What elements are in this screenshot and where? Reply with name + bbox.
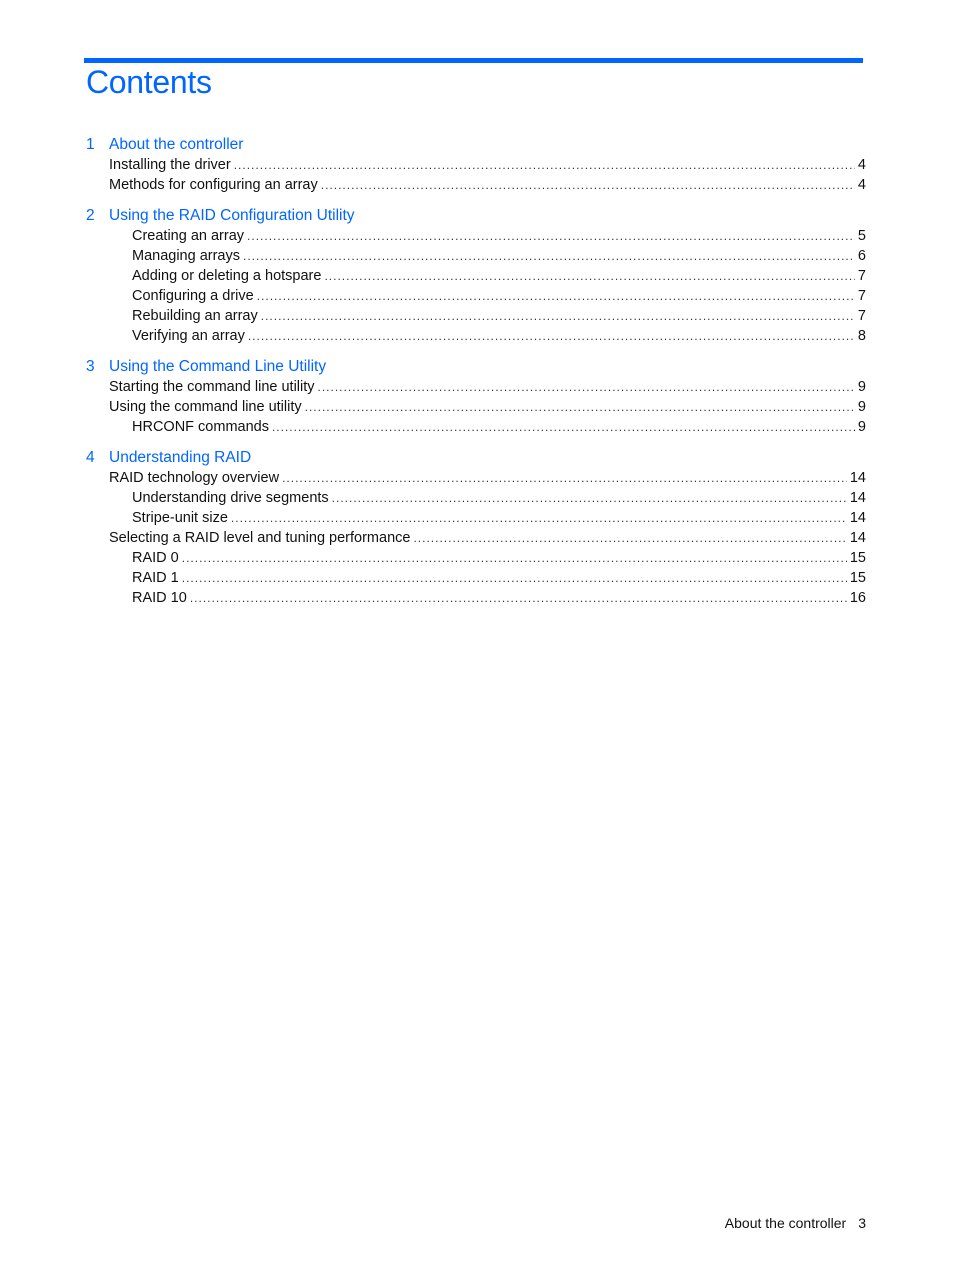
- toc-entry-label: RAID technology overview: [109, 470, 280, 486]
- toc-entry-label: Understanding drive segments: [132, 490, 329, 506]
- toc-entry-label: HRCONF commands: [132, 419, 269, 435]
- toc-entry-page: 14: [849, 470, 866, 486]
- dot-leader: [248, 326, 855, 346]
- dot-leader: [247, 226, 855, 246]
- dot-leader: [182, 568, 847, 588]
- chapter-title: Using the Command Line Utility: [109, 358, 327, 375]
- toc-chapter-link[interactable]: 1 About the controller: [86, 134, 866, 155]
- dot-leader: [318, 377, 855, 397]
- toc-entry[interactable]: RAID 10 16: [86, 588, 866, 608]
- chapter-number: 3: [86, 358, 95, 375]
- toc-chapter: 3 Using the Command Line Utility Starting …: [86, 356, 866, 437]
- toc-entry-label: Managing arrays: [132, 248, 240, 264]
- toc-entry[interactable]: RAID 1 15: [86, 568, 866, 588]
- toc-entry-label: Methods for configuring an array: [109, 177, 318, 193]
- toc-entry[interactable]: Verifying an array 8: [86, 326, 866, 346]
- toc-entry-label: RAID 0: [132, 550, 179, 566]
- chapter-title: Using the RAID Configuration Utility: [109, 207, 355, 224]
- toc-entry-label: Starting the command line utility: [109, 379, 315, 395]
- toc-entry-page: 9: [857, 419, 866, 435]
- dot-leader: [261, 306, 855, 326]
- toc-entry[interactable]: Installing the driver 4: [86, 155, 866, 175]
- chapter-title: Understanding RAID: [109, 449, 252, 466]
- dot-leader: [190, 588, 847, 608]
- toc-entry-page: 14: [849, 530, 866, 546]
- toc-entry-label: Creating an array: [132, 228, 245, 244]
- toc-entry[interactable]: Rebuilding an array 7: [86, 306, 866, 326]
- toc-entry-page: 7: [857, 288, 866, 304]
- toc-entry[interactable]: Configuring a drive 7: [86, 286, 866, 306]
- dot-leader: [282, 468, 847, 488]
- toc-entry-page: 5: [857, 228, 866, 244]
- chapter-number: 1: [86, 136, 95, 153]
- dot-leader: [231, 508, 847, 528]
- toc-chapter: 2 Using the RAID Configuration Utility Cre…: [86, 205, 866, 346]
- toc-entry[interactable]: RAID 0 15: [86, 548, 866, 568]
- toc-entry[interactable]: HRCONF commands 9: [86, 417, 866, 437]
- toc-entry-label: Verifying an array: [132, 328, 245, 344]
- toc-entry-label: Selecting a RAID level and tuning perfor…: [109, 530, 411, 546]
- dot-leader: [321, 175, 855, 195]
- toc-entry-page: 9: [857, 399, 866, 415]
- dot-leader: [305, 397, 855, 417]
- footer-page-number: 3: [858, 1215, 866, 1231]
- toc-entry[interactable]: Using the command line utility 9: [86, 397, 866, 417]
- toc-entry[interactable]: RAID technology overview 14: [86, 468, 866, 488]
- toc-entry[interactable]: Methods for configuring an array 4: [86, 175, 866, 195]
- dot-leader: [413, 528, 846, 548]
- toc-entry-page: 14: [849, 510, 866, 526]
- toc-entry-page: 15: [849, 570, 866, 586]
- dot-leader: [182, 548, 847, 568]
- footer-section-title: About the controller: [724, 1215, 847, 1231]
- toc-chapter-link[interactable]: 4 Understanding RAID: [86, 447, 866, 468]
- dot-leader: [332, 488, 847, 508]
- toc-entry-page: 4: [857, 157, 866, 173]
- toc-entry-page: 14: [849, 490, 866, 506]
- toc-chapter-link[interactable]: 3 Using the Command Line Utility: [86, 356, 866, 377]
- toc-entry-label: Rebuilding an array: [132, 308, 258, 324]
- dot-leader: [324, 266, 854, 286]
- chapter-title: About the controller: [109, 136, 244, 153]
- toc-chapter: 4 Understanding RAID RAID technology overv…: [86, 447, 866, 608]
- chapter-number: 4: [86, 449, 95, 466]
- toc-entry-page: 7: [857, 268, 866, 284]
- toc-entry[interactable]: Starting the command line utility 9: [86, 377, 866, 397]
- dot-leader: [257, 286, 855, 306]
- toc-chapter: 1 About the controller Installing the driv…: [86, 134, 866, 195]
- toc-entry[interactable]: Selecting a RAID level and tuning perfor…: [86, 528, 866, 548]
- dot-leader: [243, 246, 855, 266]
- table-of-contents: 1 About the controller Installing the driv…: [86, 134, 866, 618]
- toc-entry-page: 6: [857, 248, 866, 264]
- toc-entry-label: RAID 10: [132, 590, 187, 606]
- header-rule: [84, 58, 863, 63]
- dot-leader: [272, 417, 855, 437]
- toc-entry-page: 8: [857, 328, 866, 344]
- toc-entry-label: Installing the driver: [109, 157, 231, 173]
- toc-entry-page: 15: [849, 550, 866, 566]
- page-footer: About the controller 3: [725, 1215, 866, 1231]
- toc-entry[interactable]: Understanding drive segments 14: [86, 488, 866, 508]
- toc-entry-label: Stripe-unit size: [132, 510, 228, 526]
- toc-entry[interactable]: Managing arrays 6: [86, 246, 866, 266]
- toc-entry[interactable]: Creating an array 5: [86, 226, 866, 246]
- toc-entry-page: 9: [857, 379, 866, 395]
- toc-entry-label: Using the command line utility: [109, 399, 302, 415]
- toc-entry-label: RAID 1: [132, 570, 179, 586]
- toc-entry-page: 4: [857, 177, 866, 193]
- toc-entry-label: Adding or deleting a hotspare: [132, 268, 322, 284]
- toc-chapter-link[interactable]: 2 Using the RAID Configuration Utility: [86, 205, 866, 226]
- toc-entry-page: 7: [857, 308, 866, 324]
- dot-leader: [234, 155, 855, 175]
- toc-entry-page: 16: [849, 590, 866, 606]
- page-title: Contents: [86, 64, 212, 100]
- toc-entry[interactable]: Adding or deleting a hotspare 7: [86, 266, 866, 286]
- toc-entry-label: Configuring a drive: [132, 288, 254, 304]
- toc-entry[interactable]: Stripe-unit size 14: [86, 508, 866, 528]
- chapter-number: 2: [86, 207, 95, 224]
